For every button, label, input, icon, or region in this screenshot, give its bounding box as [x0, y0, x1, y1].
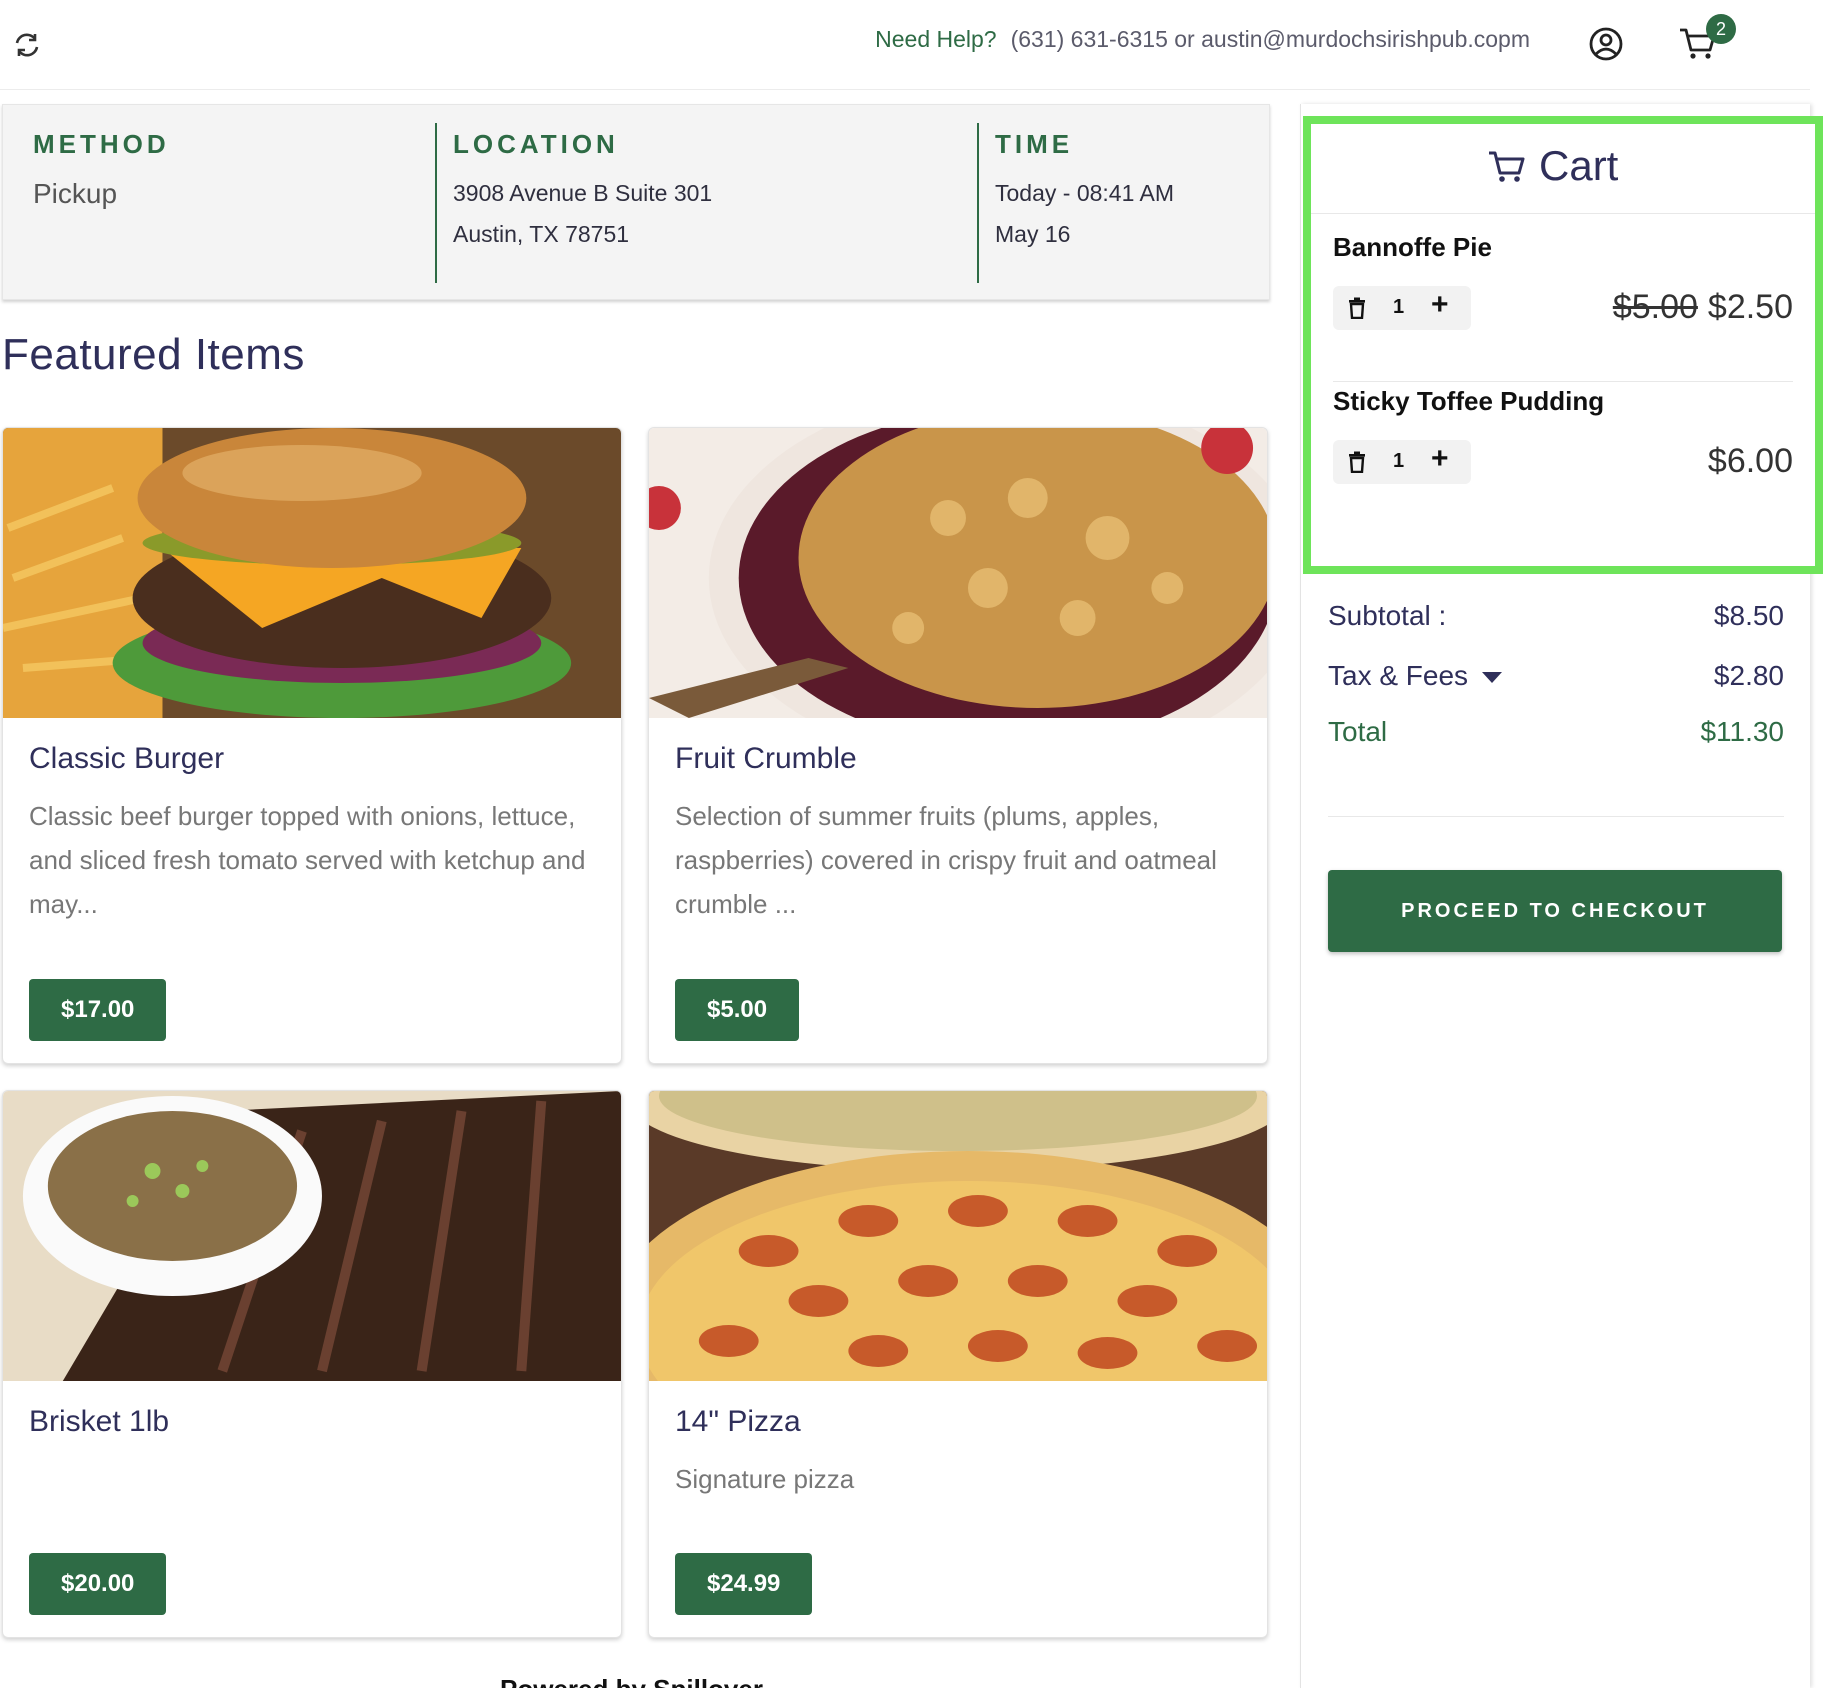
add-item-price-button[interactable]: $24.99: [675, 1553, 813, 1615]
tax-fees-label: Tax & Fees: [1328, 660, 1469, 691]
add-item-price-button[interactable]: $17.00: [29, 979, 167, 1041]
cart-items-panel: Cart Bannoffe Pie 1 + $5.00 $2.50 Sticky …: [1303, 116, 1823, 574]
time-section[interactable]: TIME Today - 08:41 AM May 16: [977, 123, 1257, 283]
featured-items-title: Featured Items: [2, 330, 305, 379]
refresh-icon[interactable]: [12, 30, 42, 60]
location-line-1: 3908 Avenue B Suite 301: [453, 180, 713, 206]
account-icon[interactable]: [1588, 26, 1624, 62]
quantity-value: 1: [1393, 450, 1405, 472]
discounted-price: $2.50: [1707, 288, 1793, 326]
quantity-value: 1: [1393, 296, 1405, 318]
total-label: Total: [1328, 716, 1388, 747]
time-line-1: Today - 08:41 AM: [995, 180, 1174, 206]
subtotal-value: $8.50: [1713, 600, 1784, 631]
cart-item: Sticky Toffee Pudding 1 + $6.00: [1333, 386, 1793, 516]
powered-by-footer: Powered by Spillover: [500, 1674, 763, 1688]
location-section[interactable]: LOCATION 3908 Avenue B Suite 301 Austin,…: [435, 123, 975, 283]
cart-item: Bannoffe Pie 1 + $5.00 $2.50: [1333, 232, 1793, 382]
help-contact: Need Help? (631) 631-6315 or austin@murdo…: [875, 26, 1530, 53]
original-price: $5.00: [1612, 288, 1698, 326]
item-description: Signature pizza: [675, 1464, 855, 1494]
need-help-label: Need Help?: [875, 26, 997, 52]
divider: [1328, 816, 1784, 817]
add-item-price-button[interactable]: $5.00: [675, 979, 800, 1041]
crumble-photo: [649, 428, 1267, 768]
cart-item-price: $5.00 $2.50: [1613, 288, 1793, 327]
top-bar: Need Help? (631) 631-6315 or austin@murdo…: [0, 0, 1810, 90]
cart-count-badge: 2: [1706, 14, 1736, 44]
cart-item-name: Sticky Toffee Pudding: [1333, 386, 1605, 416]
cart-item-price: $6.00: [1708, 442, 1793, 481]
add-item-price-button[interactable]: $20.00: [29, 1553, 167, 1615]
item-description: Selection of summer fruits (plums, apple…: [675, 801, 1217, 919]
total-value: $11.30: [1700, 716, 1784, 747]
item-description: Classic beef burger topped with onions, …: [29, 801, 586, 919]
proceed-to-checkout-button[interactable]: PROCEED TO CHECKOUT: [1328, 870, 1782, 952]
quantity-stepper: 1 +: [1333, 440, 1471, 484]
tax-fees-value: $2.80: [1713, 660, 1784, 691]
menu-item-card[interactable]: Fruit Crumble Selection of summer fruits…: [648, 427, 1268, 1064]
contact-info[interactable]: (631) 631-6315 or austin@murdochsirishpu…: [1011, 26, 1530, 52]
method-section[interactable]: METHOD Pickup: [33, 123, 433, 283]
cart-title: Cart: [1539, 142, 1619, 189]
method-value: Pickup: [33, 178, 118, 209]
pizza-photo: [649, 1091, 1267, 1491]
cart-icon: [1489, 151, 1525, 182]
cart-item-name: Bannoffe Pie: [1333, 232, 1492, 262]
burger-photo: [3, 428, 621, 718]
method-label: METHOD: [33, 129, 170, 159]
location-label: LOCATION: [453, 129, 619, 159]
item-name: Classic Burger: [29, 742, 225, 775]
time-line-2: May 16: [995, 221, 1071, 247]
quantity-stepper: 1 +: [1333, 286, 1471, 330]
item-price: $6.00: [1707, 442, 1793, 480]
item-name: 14" Pizza: [675, 1405, 801, 1438]
plus-icon[interactable]: +: [1431, 442, 1449, 476]
menu-item-card[interactable]: Classic Burger Classic beef burger toppe…: [2, 427, 622, 1064]
item-name: Fruit Crumble: [675, 742, 857, 775]
subtotal-label: Subtotal :: [1328, 600, 1447, 631]
location-line-2: Austin, TX 78751: [453, 221, 630, 247]
item-name: Brisket 1lb: [29, 1405, 170, 1438]
trash-icon[interactable]: [1347, 297, 1367, 319]
brisket-photo: [3, 1091, 621, 1381]
cart-header: Cart: [1311, 124, 1815, 214]
menu-item-card[interactable]: 14" Pizza Signature pizza $24.99: [648, 1090, 1268, 1638]
plus-icon[interactable]: +: [1431, 288, 1449, 322]
order-info-panel: METHOD Pickup LOCATION 3908 Avenue B Sui…: [2, 104, 1270, 300]
time-label: TIME: [995, 129, 1074, 159]
caret-down-icon[interactable]: [1482, 672, 1503, 684]
tax-fees-toggle[interactable]: Tax & Fees: [1328, 660, 1503, 692]
menu-item-card[interactable]: Brisket 1lb $20.00: [2, 1090, 622, 1638]
trash-icon[interactable]: [1347, 451, 1367, 473]
